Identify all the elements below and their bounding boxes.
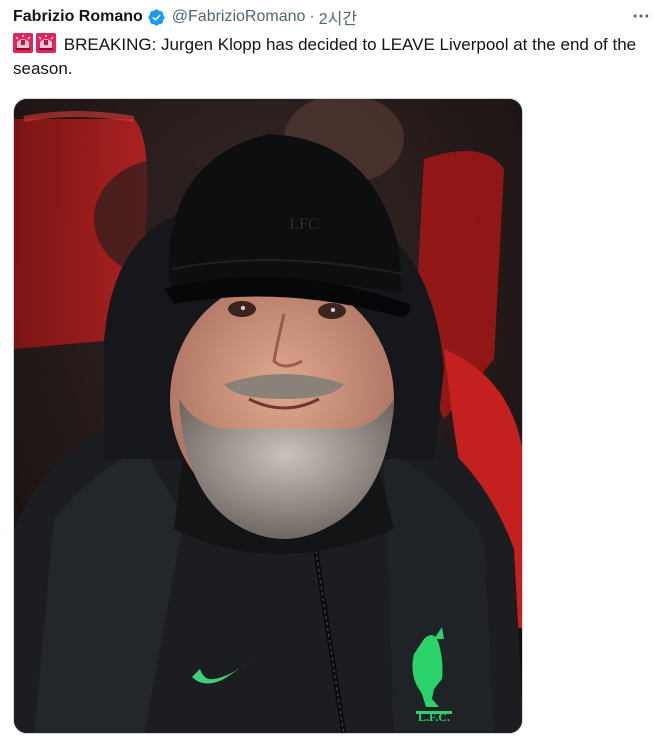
photo-of-man-in-cap-and-jacket: LFC L.F.C.: [14, 99, 522, 733]
author-display-name[interactable]: Fabrizio Romano: [13, 8, 143, 26]
tweet-text: BREAKING: Jurgen Klopp has decided to LE…: [13, 33, 653, 81]
cap-logo-text: LFC: [289, 216, 318, 233]
tweet-media-photo[interactable]: LFC L.F.C.: [13, 98, 523, 734]
tweet-timestamp[interactable]: 2시간: [319, 5, 357, 29]
verified-badge-icon[interactable]: [147, 8, 166, 27]
tweet-header: Fabrizio Romano @FabrizioRomano · 2시간: [13, 6, 653, 28]
crest-text: L.F.C.: [418, 710, 450, 724]
separator-dot: ·: [309, 8, 315, 25]
police-light-icon: [13, 33, 33, 53]
police-light-icon: [36, 33, 56, 53]
more-horizontal-icon[interactable]: [629, 4, 653, 28]
author-handle[interactable]: @FabrizioRomano: [172, 8, 306, 26]
tweet-card[interactable]: Fabrizio Romano @FabrizioRomano · 2시간 BR…: [0, 0, 663, 744]
tweet-body-text: BREAKING: Jurgen Klopp has decided to LE…: [13, 35, 637, 78]
